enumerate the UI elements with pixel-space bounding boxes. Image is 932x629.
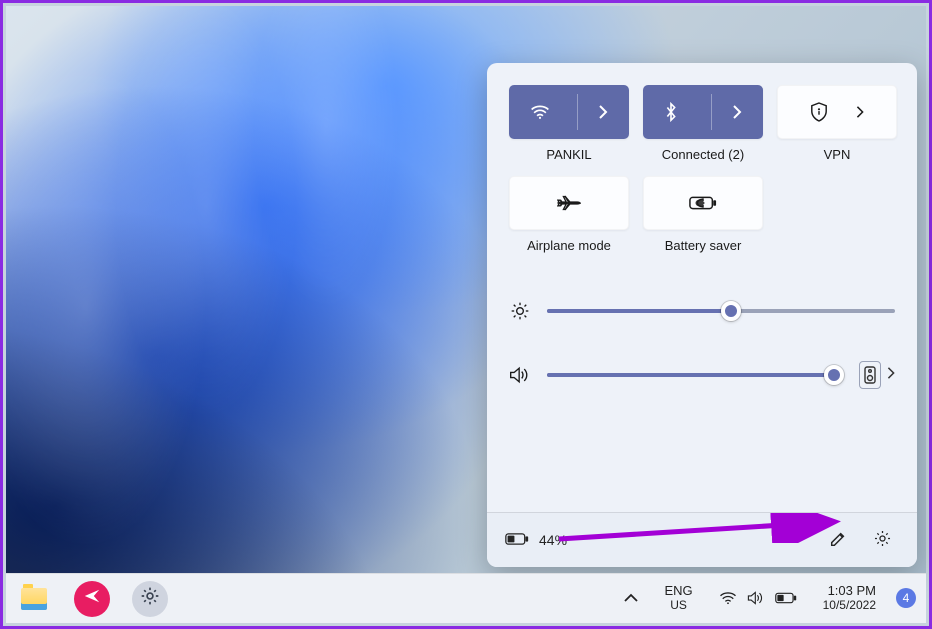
chevron-right-icon[interactable] [856,106,864,118]
battery-percent-label: 44% [539,532,567,548]
language-indicator[interactable]: ENG US [658,580,698,617]
volume-icon [509,365,531,385]
clock-time: 1:03 PM [828,584,876,599]
notification-count: 4 [903,591,910,605]
vpn-tile[interactable] [777,85,897,139]
send-icon [83,587,101,610]
volume-slider[interactable] [547,373,843,377]
file-explorer-taskbar-button[interactable] [16,581,52,617]
volume-slider-row [509,361,895,389]
quick-settings-panel: PANKIL Connec [487,63,917,567]
tray-overflow-button[interactable] [618,587,644,610]
wifi-tile-label: PANKIL [546,147,591,162]
edit-quick-settings-button[interactable] [821,523,855,557]
battery-saver-tile-label: Battery saver [665,238,742,253]
quick-settings-tiles: PANKIL Connec [509,85,895,253]
clock[interactable]: 1:03 PM 10/5/2022 [817,580,882,617]
gear-icon [140,586,160,611]
settings-button[interactable] [865,523,899,557]
brightness-slider-row [509,301,895,321]
clock-date: 10/5/2022 [823,599,876,613]
airplane-mode-tile[interactable] [509,176,629,230]
wifi-icon [530,104,550,120]
settings-taskbar-button[interactable] [132,581,168,617]
language-line1: ENG [664,584,692,599]
audio-output-button[interactable] [859,361,881,389]
chevron-up-icon [624,591,638,606]
chevron-right-icon[interactable] [732,105,742,119]
file-explorer-icon [21,588,47,610]
chevron-right-icon[interactable] [598,105,608,119]
bluetooth-tile-label: Connected (2) [662,147,744,162]
brightness-slider[interactable] [547,309,895,313]
taskbar: ENG US [6,573,926,623]
chevron-right-icon[interactable] [887,366,895,384]
language-line2: US [670,599,687,613]
battery-saver-tile[interactable] [643,176,763,230]
pencil-icon [829,530,847,551]
battery-status-icon [505,532,529,549]
wifi-tile[interactable] [509,85,629,139]
shield-icon [810,102,828,122]
bluetooth-tile[interactable] [643,85,763,139]
airplane-icon [557,193,581,213]
battery-saver-icon [689,194,717,212]
pinned-app-button[interactable] [74,581,110,617]
volume-icon [747,590,765,606]
quick-settings-footer: 44% [487,512,917,567]
system-tray[interactable] [713,586,803,610]
bluetooth-icon [664,102,678,122]
battery-icon [775,592,797,604]
gear-icon [873,529,892,551]
airplane-tile-label: Airplane mode [527,238,611,253]
notification-badge[interactable]: 4 [896,588,916,608]
wifi-icon [719,591,737,605]
brightness-icon [509,301,531,321]
vpn-tile-label: VPN [824,147,851,162]
